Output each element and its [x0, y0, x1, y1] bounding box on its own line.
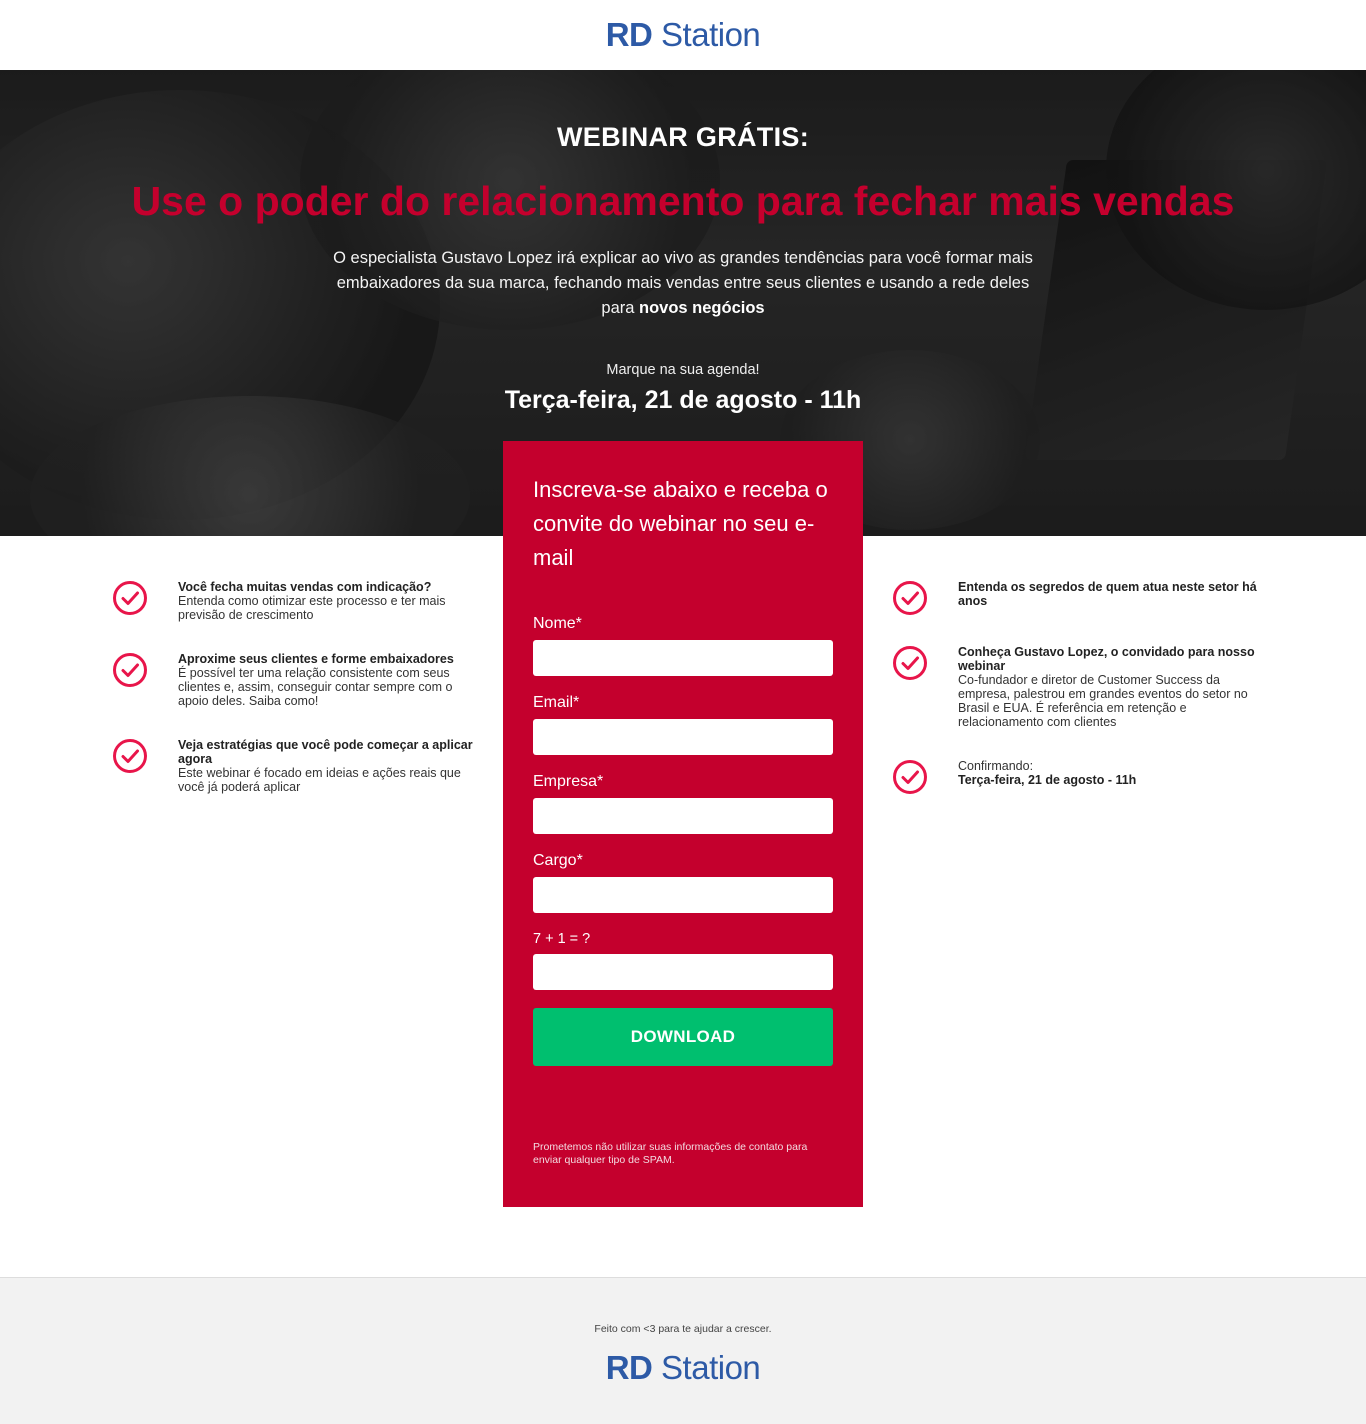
check-circle-icon [893, 646, 927, 680]
field-cargo: Cargo* [533, 852, 833, 913]
footer: Feito com <3 para te ajudar a crescer. R… [0, 1277, 1366, 1424]
benefit-desc: Entenda como otimizar este processo e te… [178, 594, 446, 622]
benefit-desc: Confirmando: [958, 759, 1034, 773]
benefit-title: Entenda os segredos de quem atua neste s… [958, 580, 1257, 608]
logo-light-text: Station [652, 16, 761, 53]
signup-form: Inscreva-se abaixo e receba o convite do… [503, 441, 863, 1207]
field-email: Email* [533, 694, 833, 755]
privacy-note: Prometemos não utilizar suas informações… [533, 1141, 808, 1166]
captcha-label: 7 + 1 = ? [533, 931, 591, 947]
benefit-desc: Co-fundador e diretor de Customer Succes… [958, 673, 1248, 729]
benefit-desc: É possível ter uma relação consistente c… [178, 666, 453, 708]
hero-lead-bold: novos negócios [639, 299, 765, 317]
logo-light-text: Station [652, 1349, 761, 1386]
benefit-title: Aproxime seus clientes e forme embaixado… [178, 652, 454, 666]
captcha-input[interactable] [533, 954, 833, 990]
check-circle-icon [893, 581, 927, 615]
benefit-text: Confirmando: Terça-feira, 21 de agosto -… [958, 759, 1258, 787]
company-input[interactable] [533, 798, 833, 834]
benefit-title: Terça-feira, 21 de agosto - 11h [958, 773, 1137, 787]
benefit-title: Conheça Gustavo Lopez, o convidado para … [958, 645, 1255, 673]
check-circle-icon [113, 581, 147, 615]
field-captcha: 7 + 1 = ? [533, 931, 833, 990]
field-label: Email* [533, 694, 580, 711]
benefit-text: Você fecha muitas vendas com indicação? … [178, 580, 478, 622]
top-header: RD Station [0, 0, 1366, 70]
agenda-label: Marque na sua agenda! [606, 362, 760, 378]
field-label: Empresa* [533, 773, 604, 790]
benefit-desc: Este webinar é focado em ideias e ações … [178, 766, 461, 794]
form-title: Inscreva-se abaixo e receba o convite do… [533, 477, 828, 570]
benefit-text: Aproxime seus clientes e forme embaixado… [178, 652, 478, 708]
benefit-title: Veja estratégias que você pode começar a… [178, 738, 473, 766]
logo-bold-text: RD [605, 1349, 653, 1386]
email-input[interactable] [533, 719, 833, 755]
check-circle-icon [113, 739, 147, 773]
footer-made-with: Feito com <3 para te ajudar a crescer. [594, 1323, 772, 1335]
hero-eyebrow: WEBINAR GRÁTIS: [557, 122, 809, 152]
role-input[interactable] [533, 877, 833, 913]
hero-lead: O especialista Gustavo Lopez irá explica… [323, 246, 1043, 321]
field-nome: Nome* [533, 615, 833, 676]
benefit-title: Você fecha muitas vendas com indicação? [178, 580, 432, 594]
rd-station-logo[interactable]: RD Station [606, 16, 761, 54]
field-label: Nome* [533, 615, 582, 632]
benefit-text: Veja estratégias que você pode começar a… [178, 738, 478, 794]
logo-bold-text: RD [605, 16, 653, 53]
hero-headline: Use o poder do relacionamento para fecha… [131, 178, 1235, 224]
benefit-text: Entenda os segredos de quem atua neste s… [958, 580, 1258, 608]
field-empresa: Empresa* [533, 773, 833, 834]
field-label: Cargo* [533, 852, 583, 869]
benefit-text: Conheça Gustavo Lopez, o convidado para … [958, 645, 1258, 729]
rd-station-footer-logo[interactable]: RD Station [606, 1349, 761, 1387]
agenda-date: Terça-feira, 21 de agosto - 11h [504, 386, 862, 414]
name-input[interactable] [533, 640, 833, 676]
check-circle-icon [893, 760, 927, 794]
check-circle-icon [113, 653, 147, 687]
download-button[interactable]: DOWNLOAD [533, 1008, 833, 1066]
